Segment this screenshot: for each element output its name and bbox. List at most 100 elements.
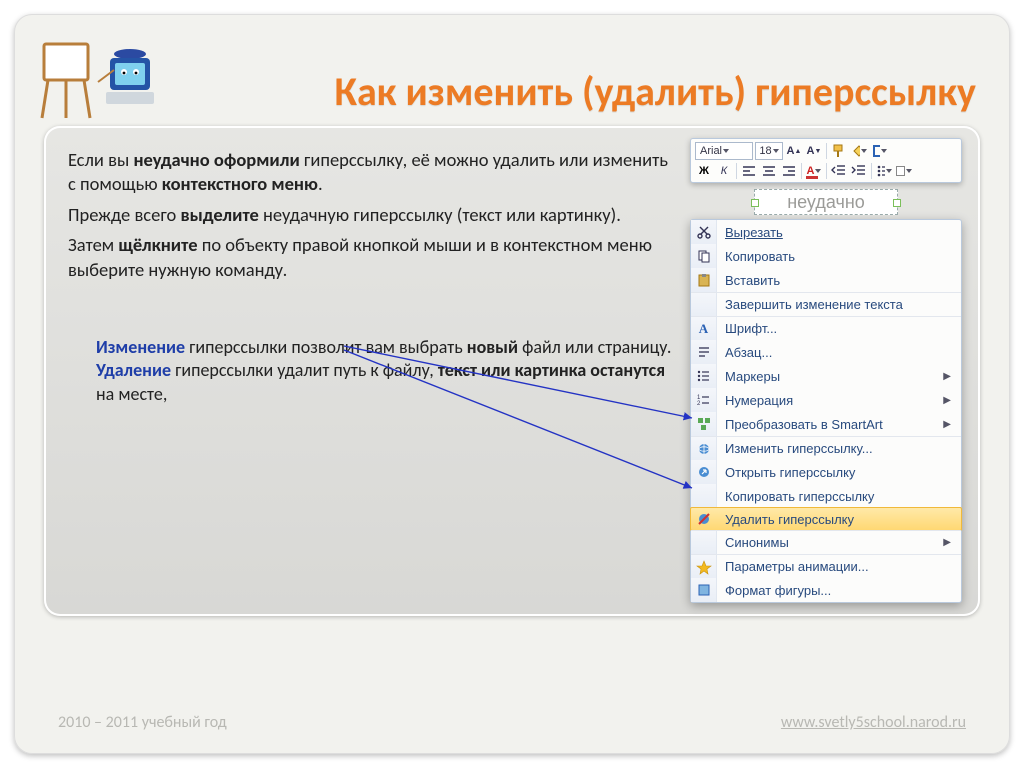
- paragraph-2: Прежде всего выделите неудачную гиперссы…: [68, 203, 674, 227]
- align-center-icon: [761, 163, 777, 179]
- text: неудачную гиперссылку (текст или картинк…: [259, 203, 621, 226]
- text-bold: новый: [467, 336, 518, 358]
- label: Копировать: [717, 249, 951, 264]
- shrink-font-button[interactable]: A▼: [805, 142, 823, 160]
- indent-icon: [851, 163, 867, 179]
- menu-font[interactable]: AШрифт...: [691, 316, 961, 340]
- svg-text:2: 2: [697, 401, 701, 407]
- smartart-icon: [696, 416, 712, 432]
- chevron-down-icon: [723, 149, 729, 153]
- label: Вставить: [717, 273, 951, 288]
- animation-icon: [696, 559, 712, 575]
- submenu-arrow-icon: ▶: [943, 371, 951, 382]
- italic-button[interactable]: К: [715, 162, 733, 180]
- slide: Как изменить (удалить) гиперссылку Если …: [14, 14, 1010, 754]
- label: Шрифт...: [717, 321, 951, 336]
- label: Вырезать: [725, 225, 783, 240]
- hyperlink-icon: [696, 441, 712, 457]
- bullets-icon: [876, 163, 885, 179]
- separator: [826, 143, 827, 159]
- powerpoint-popup: Arial 18 A▲ A▼ Ж К A: [690, 138, 962, 603]
- menu-synonyms[interactable]: Синонимы▶: [691, 530, 961, 554]
- shape-outline-button[interactable]: [870, 142, 888, 160]
- format-painter-button[interactable]: [830, 142, 848, 160]
- footer-left: 2010 – 2011 учебный год: [58, 713, 227, 732]
- align-center-button[interactable]: [760, 162, 778, 180]
- bucket-icon: [851, 143, 860, 159]
- chevron-down-icon: [881, 149, 887, 153]
- copy-icon: [696, 248, 712, 264]
- submenu-arrow-icon: ▶: [943, 419, 951, 430]
- text-bold: щёлкните: [118, 233, 197, 256]
- bold-button[interactable]: Ж: [695, 162, 713, 180]
- paragraph-3: Затем щёлкните по объекту правой кнопкой…: [68, 233, 674, 282]
- menu-cut[interactable]: Вырезать: [691, 220, 961, 244]
- menu-remove-hyperlink[interactable]: Удалить гиперссылку: [690, 507, 962, 531]
- label: Нумерация: [717, 393, 939, 408]
- menu-paste[interactable]: Вставить: [691, 268, 961, 292]
- separator: [736, 163, 737, 179]
- paste-icon: [696, 272, 712, 288]
- bullets-icon: [696, 368, 712, 384]
- menu-format-shape[interactable]: Формат фигуры...: [691, 578, 961, 602]
- open-link-icon: [696, 464, 712, 480]
- align-right-icon: [781, 163, 797, 179]
- font-size: 18: [759, 145, 771, 157]
- menu-animation[interactable]: Параметры анимации...: [691, 554, 961, 578]
- paragraph-1: Если вы неудачно оформили гиперссылку, е…: [68, 148, 674, 197]
- footer-link[interactable]: www.svetly5school.narod.ru: [781, 713, 966, 732]
- label: Завершить изменение текста: [717, 297, 951, 312]
- text: на месте,: [96, 383, 167, 405]
- bullets-button[interactable]: [875, 162, 893, 180]
- computer-character-icon: [96, 48, 162, 118]
- text: Затем: [68, 233, 118, 256]
- grow-font-button[interactable]: A▲: [785, 142, 803, 160]
- note-block: Изменение гиперссылки позволит вам выбра…: [68, 336, 674, 406]
- label: Формат фигуры...: [717, 583, 951, 598]
- menu-paragraph[interactable]: Абзац...: [691, 340, 961, 364]
- slide-footer: 2010 – 2011 учебный год www.svetly5schoo…: [58, 713, 966, 732]
- selected-text-box[interactable]: неудачно: [754, 189, 898, 215]
- remove-link-icon: [696, 511, 712, 527]
- note-line-1: Изменение гиперссылки позволит вам выбра…: [96, 336, 674, 359]
- menu-open-hyperlink[interactable]: Открыть гиперссылку: [691, 460, 961, 484]
- text: Если вы: [68, 148, 133, 171]
- label: Маркеры: [717, 369, 939, 384]
- text: Прежде всего: [68, 203, 180, 226]
- text-bold: текст или картинка останутся: [438, 359, 665, 381]
- font-name: Arial: [700, 145, 722, 157]
- swatch-button[interactable]: [895, 162, 913, 180]
- font-size-select[interactable]: 18: [755, 142, 783, 160]
- text: гиперссылки удалит путь к файлу,: [171, 359, 438, 381]
- menu-copy-hyperlink[interactable]: Копировать гиперссылку: [691, 484, 961, 508]
- label: Абзац...: [717, 345, 951, 360]
- shape-fill-button[interactable]: [850, 142, 868, 160]
- text: .: [318, 172, 323, 195]
- menu-numbering[interactable]: 12 Нумерация ▶: [691, 388, 961, 412]
- separator: [801, 163, 802, 179]
- menu-end-edit[interactable]: Завершить изменение текста: [691, 292, 961, 316]
- menu-smartart[interactable]: Преобразовать в SmartArt▶: [691, 412, 961, 436]
- font-color-button[interactable]: A: [805, 162, 823, 180]
- chevron-down-icon: [906, 169, 912, 173]
- text-blue: Изменение: [96, 336, 185, 358]
- decrease-indent-button[interactable]: [830, 162, 848, 180]
- menu-bullets[interactable]: Маркеры ▶: [691, 364, 961, 388]
- chevron-down-icon: [815, 169, 821, 173]
- easel-icon: [38, 40, 102, 120]
- numbering-icon: 12: [696, 392, 712, 408]
- align-left-button[interactable]: [740, 162, 758, 180]
- align-right-button[interactable]: [780, 162, 798, 180]
- menu-copy[interactable]: Копировать: [691, 244, 961, 268]
- context-menu: Вырезать Копировать Вставить Завершить и…: [690, 219, 962, 603]
- label: Параметры анимации...: [717, 559, 951, 574]
- submenu-arrow-icon: ▶: [943, 395, 951, 406]
- font-select[interactable]: Arial: [695, 142, 753, 160]
- menu-edit-hyperlink[interactable]: Изменить гиперссылку...: [691, 436, 961, 460]
- label: Синонимы: [717, 535, 939, 550]
- text-blue: Удаление: [96, 359, 171, 381]
- chevron-down-icon: [886, 169, 892, 173]
- increase-indent-button[interactable]: [850, 162, 868, 180]
- separator: [871, 163, 872, 179]
- chevron-down-icon: [773, 149, 779, 153]
